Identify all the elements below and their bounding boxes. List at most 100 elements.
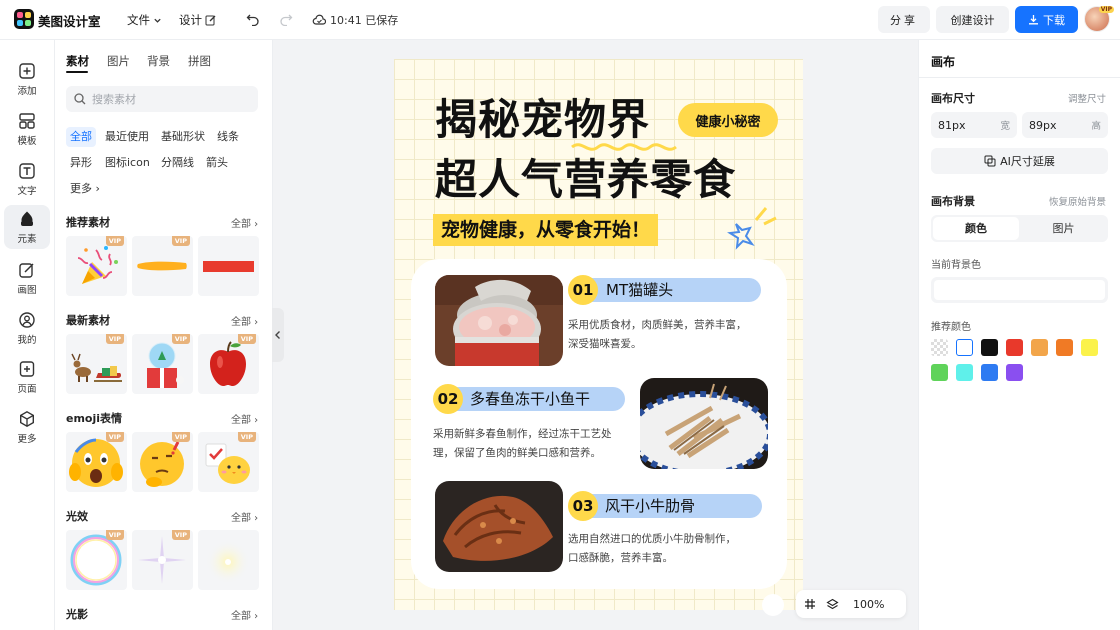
rail-item-mine[interactable]: 我的 [4, 306, 50, 350]
design-canvas[interactable]: 揭秘宠物界 健康小秘密 超人气营养零食 宠物健康，从零食开始！ 01 MT猫罐头… [394, 59, 803, 610]
thumb-red-bar[interactable] [198, 236, 259, 296]
item-description[interactable]: 选用自然进口的优质小牛肋骨制作， 口感酥脆，营养丰富。 [568, 530, 768, 568]
tab-collage[interactable]: 拼图 [188, 53, 211, 69]
rail-item-text[interactable]: 文字 [4, 157, 50, 201]
item-description[interactable]: 采用优质食材，肉质鲜美，营养丰富， 深受猫咪喜爱。 [568, 316, 768, 354]
section-title: 光效 [66, 510, 88, 523]
app-title[interactable]: 美图设计室 [38, 11, 101, 30]
item-name-pill[interactable]: MT猫罐头 [584, 278, 761, 302]
user-avatar[interactable]: VIP [1084, 6, 1114, 32]
item-number[interactable]: 02 [433, 384, 463, 414]
item-number[interactable]: 03 [568, 491, 598, 521]
color-swatch[interactable] [1081, 339, 1098, 356]
thumb-party-popper[interactable]: VIP [66, 236, 127, 296]
item-name-pill[interactable]: 多春鱼冻干小鱼干 [449, 387, 625, 411]
redo-icon[interactable] [279, 12, 293, 26]
cat-can-image[interactable] [435, 275, 563, 366]
rail-item-template[interactable]: 模板 [4, 107, 50, 151]
download-icon [1029, 15, 1038, 25]
section-see-all[interactable]: 全部 › [231, 313, 258, 328]
dried-fish-image[interactable] [640, 378, 768, 469]
canvas-toolbar: 100% [796, 590, 906, 618]
undo-icon[interactable] [246, 12, 260, 26]
color-swatch[interactable] [931, 364, 948, 381]
cloud-check-icon [312, 14, 326, 25]
thumb-yellow-brush-stroke[interactable]: VIP [132, 236, 193, 296]
section-see-all[interactable]: 全部 › [231, 215, 258, 230]
poster-title-line1[interactable]: 揭秘宠物界 [435, 99, 650, 141]
color-swatch[interactable] [1006, 364, 1023, 381]
seg-color[interactable]: 颜色 [933, 217, 1019, 240]
poster-subtitle[interactable]: 宠物健康，从零食开始！ [433, 214, 659, 246]
file-menu[interactable]: 文件 [127, 12, 162, 28]
design-menu[interactable]: 设计 [179, 12, 217, 28]
grid-icon[interactable] [804, 598, 816, 610]
thumb-reindeer-sleigh[interactable]: VIP [66, 334, 127, 394]
section-see-all[interactable]: 全部 › [231, 509, 258, 524]
rail-item-elements[interactable]: 元素 [4, 205, 50, 249]
chip-lines[interactable]: 线条 [213, 127, 243, 147]
color-swatch[interactable] [956, 364, 973, 381]
color-swatch[interactable] [1056, 339, 1073, 356]
item-desc-line: 采用新鲜多春鱼制作，经过冻干工艺处 [433, 428, 612, 440]
color-swatch[interactable] [1031, 339, 1048, 356]
ai-expand-button[interactable]: AI尺寸延展 [931, 148, 1108, 174]
item-name-pill[interactable]: 风干小牛肋骨 [584, 494, 762, 518]
chip-icons[interactable]: 图标icon [101, 153, 154, 173]
chip-more[interactable]: 更多 › [66, 179, 104, 199]
seg-image[interactable]: 图片 [1021, 217, 1106, 240]
current-bg-field[interactable] [931, 277, 1108, 303]
color-swatch[interactable] [956, 339, 973, 356]
thumb-red-apple[interactable]: VIP [198, 334, 259, 394]
resize-link[interactable]: 调整尺寸 [1068, 91, 1106, 105]
rail-item-page[interactable]: 页面 [4, 355, 50, 399]
collapse-panel-button[interactable] [272, 308, 284, 362]
chip-all[interactable]: 全部 [66, 127, 96, 147]
color-swatch[interactable] [931, 339, 948, 356]
app-logo-icon[interactable] [14, 9, 34, 29]
thumb-soft-glow[interactable] [198, 530, 259, 590]
color-swatch[interactable] [981, 364, 998, 381]
rail-item-add[interactable]: 添加 [4, 57, 50, 101]
thumb-sparkle-star[interactable]: VIP [132, 530, 193, 590]
thumb-snow-globe-gift[interactable]: VIP [132, 334, 193, 394]
asset-panel: 素材 图片 背景 拼图 搜索素材 全部 最近使用 基础形状 线条 异形 图标ic… [55, 40, 273, 630]
create-design-button[interactable]: 创建设计 [936, 6, 1009, 33]
item-description[interactable]: 采用新鲜多春鱼制作，经过冻干工艺处 理，保留了鱼肉的鲜美口感和营养。 [433, 425, 638, 463]
edit-icon [205, 15, 216, 26]
chip-recent[interactable]: 最近使用 [101, 127, 153, 147]
section-see-all[interactable]: 全部 › [231, 607, 258, 622]
template-icon [19, 112, 35, 129]
search-input[interactable]: 搜索素材 [66, 86, 258, 112]
rail-item-draw[interactable]: 画图 [4, 256, 50, 300]
width-field[interactable]: 81px 宽 [931, 112, 1017, 138]
item-number[interactable]: 01 [568, 275, 598, 305]
tab-images[interactable]: 图片 [107, 53, 130, 69]
color-swatch[interactable] [981, 339, 998, 356]
poster-badge[interactable]: 健康小秘密 [678, 103, 778, 137]
chip-basic-shapes[interactable]: 基础形状 [157, 127, 209, 147]
chip-arrows[interactable]: 箭头 [202, 153, 232, 173]
rail-label: 文字 [17, 185, 37, 197]
tab-backgrounds[interactable]: 背景 [147, 53, 170, 69]
zoom-level[interactable]: 100% [853, 598, 884, 611]
layers-icon[interactable] [826, 598, 839, 611]
beef-jerky-image[interactable] [435, 481, 563, 572]
thumb-thinking-emoji[interactable]: VIP [132, 432, 193, 492]
height-field[interactable]: 89px 高 [1022, 112, 1108, 138]
rail-item-more[interactable]: 更多 [4, 405, 50, 449]
poster-title-line2[interactable]: 超人气营养零食 [435, 159, 736, 201]
thumb-shocked-emoji[interactable]: VIP [66, 432, 127, 492]
section-see-all[interactable]: 全部 › [231, 411, 258, 426]
vip-badge: VIP [105, 530, 124, 540]
chip-irregular[interactable]: 异形 [66, 153, 96, 173]
download-button[interactable]: 下载 [1015, 6, 1078, 33]
thumb-bubble-ring[interactable]: VIP [66, 530, 127, 590]
tab-materials[interactable]: 素材 [66, 53, 89, 69]
share-button[interactable]: 分享 [878, 6, 930, 33]
chip-dividers[interactable]: 分隔线 [157, 153, 198, 173]
color-swatch[interactable] [1006, 339, 1023, 356]
restore-bg-link[interactable]: 恢复原始背景 [1049, 194, 1106, 208]
help-button[interactable] [762, 594, 784, 616]
thumb-chick-emoji[interactable]: VIP [198, 432, 259, 492]
